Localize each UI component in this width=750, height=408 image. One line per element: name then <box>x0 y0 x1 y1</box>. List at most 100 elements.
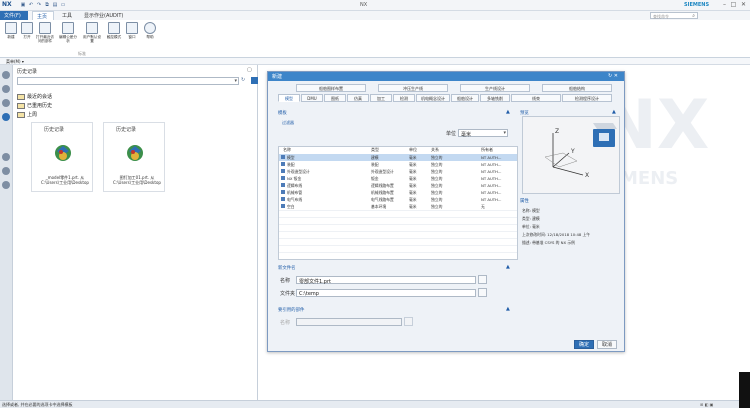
history-card[interactable]: 历史记录 _model零件1.prt. 从 C:\Users\工业用\Deskt… <box>31 122 93 192</box>
tab-file[interactable]: 文件(F) <box>0 11 28 20</box>
tab-tools[interactable]: 工具 <box>58 11 76 20</box>
table-row[interactable]: 电气布线 电气线路布置 毫米 独立的 NT AUTH... <box>279 196 517 203</box>
tab-inspection-program[interactable]: 检测程序设计 <box>562 94 612 102</box>
folder-reused-history[interactable]: 已重用历史 <box>17 102 52 109</box>
tab-inspection[interactable]: 检测 <box>393 94 415 102</box>
tab-home[interactable]: 主页 <box>32 11 54 20</box>
roles-icon[interactable] <box>2 181 10 189</box>
table-row[interactable]: NX 钣金 钣金 毫米 独立的 NT AUTH... <box>279 175 517 182</box>
command-search[interactable]: 查找命令 ⌕ <box>650 12 698 19</box>
history-select[interactable]: ▾ <box>17 77 239 85</box>
refresh-icon[interactable]: ↻ <box>241 77 245 83</box>
window-icon <box>126 22 138 34</box>
status-bar: 选择或者, 并在必要的选项卡中选择模板 ⊞ ◧ ▣ <box>0 400 750 408</box>
col-unit[interactable]: 单位 <box>409 147 417 154</box>
prop-name: 名称: 模型 <box>522 208 540 213</box>
close-button[interactable]: ✕ <box>739 1 748 9</box>
unit-label: 单位 <box>446 131 457 137</box>
tab-ship-structure[interactable]: 船舶结构 <box>542 84 612 92</box>
settings-icon[interactable] <box>2 71 10 79</box>
tolerance-button[interactable]: 编辑公差分析 <box>58 22 78 43</box>
part-nav-icon[interactable] <box>2 99 10 107</box>
web-icon[interactable] <box>2 113 10 121</box>
maximize-button[interactable]: □ <box>729 1 738 9</box>
open-button[interactable]: 打开 <box>20 22 34 39</box>
browse-folder-icon[interactable] <box>404 317 413 326</box>
maximize-icon[interactable]: ▢ <box>247 67 252 73</box>
table-row[interactable]: 逻辑布线 逻辑线路布置 毫米 独立的 NT AUTH... <box>279 182 517 189</box>
unit-select[interactable]: 毫米 ▾ <box>458 129 508 138</box>
tab-simulation[interactable]: 仿真 <box>347 94 369 102</box>
minimize-button[interactable]: – <box>720 1 729 9</box>
collapse-icon[interactable]: ▲ <box>612 109 616 115</box>
new-icon <box>5 22 17 34</box>
desktop-edge <box>739 372 750 408</box>
tab-multiaxis[interactable]: 多轴铣削 <box>480 94 510 102</box>
collapse-icon[interactable]: ▲ <box>506 109 510 115</box>
assembly-icon[interactable] <box>2 85 10 93</box>
ok-button[interactable]: 确定 <box>574 340 594 349</box>
touch-mode-button[interactable]: 触控模式 <box>106 22 122 39</box>
table-row[interactable]: 装配 装配 毫米 独立的 NT AUTH... <box>279 161 517 168</box>
history-icon[interactable] <box>2 153 10 161</box>
col-relation[interactable]: 关系 <box>431 147 439 154</box>
table-cell: NT AUTH... <box>481 162 502 167</box>
window-title: NX <box>360 2 368 8</box>
user-defaults-button[interactable]: 用户默认设置 <box>82 22 102 43</box>
recent-parts-button[interactable]: 打开最近访问的部件 <box>36 22 54 43</box>
tab-harness[interactable]: 线束 <box>511 94 561 102</box>
svg-text:X: X <box>585 172 589 179</box>
table-row[interactable]: 模型 建模 毫米 独立的 NT AUTH... <box>279 154 517 161</box>
tab-ship-design[interactable]: 船舶设计 <box>451 94 479 102</box>
undo-icon[interactable]: ↶ <box>28 2 34 8</box>
file-name-input[interactable]: 零部文件1.prt <box>296 276 476 285</box>
filter-label: 过滤器 <box>282 120 294 125</box>
folder-last-week[interactable]: 上周 <box>17 111 37 118</box>
tab-press-line[interactable]: 冲压生产线 <box>378 84 448 92</box>
table-row[interactable]: 机械布管 机械线路布置 毫米 独立的 NT AUTH... <box>279 189 517 196</box>
template-icon <box>281 197 285 201</box>
folder-input[interactable]: C:\temp <box>296 289 476 297</box>
new-button[interactable]: 新建 <box>4 22 18 39</box>
collapse-icon[interactable]: ▲ <box>506 264 510 270</box>
paste-icon[interactable]: ▤ <box>52 2 58 8</box>
window-button[interactable]: 窗口 <box>124 22 140 39</box>
cancel-button[interactable]: 取消 <box>597 340 617 349</box>
window-icon[interactable]: ▭ <box>60 2 66 8</box>
tab-line-design[interactable]: 生产线设计 <box>460 84 530 92</box>
tab-ship-layout[interactable]: 船舶图样布置 <box>296 84 366 92</box>
browse-folder-icon[interactable] <box>478 275 487 284</box>
recent-icon <box>39 22 51 34</box>
palette-icon[interactable] <box>2 167 10 175</box>
ref-name-input[interactable] <box>296 318 402 326</box>
table-row[interactable]: 外观造型设计 外观造型设计 毫米 独立的 NT AUTH... <box>279 168 517 175</box>
help-button[interactable]: 帮助 <box>142 22 158 39</box>
tab-extra[interactable]: 显示作业(AUDIT) <box>80 11 127 20</box>
tab-drawing[interactable]: 图纸 <box>324 94 346 102</box>
copy-icon[interactable]: ⧉ <box>44 2 50 8</box>
history-card[interactable]: 历史记录 图钉加工01.prt. 从 C:\Users\工业用\Desktop <box>103 122 165 192</box>
empty-row <box>279 252 517 259</box>
dialog-close-icon[interactable]: ↻ ✕ <box>608 73 618 79</box>
search-icon[interactable]: ⌕ <box>692 13 695 19</box>
tab-model[interactable]: 模型 <box>278 94 300 102</box>
redo-icon[interactable]: ↷ <box>36 2 42 8</box>
tab-mechatronics[interactable]: 机电概念设计 <box>416 94 450 102</box>
empty-row <box>279 238 517 245</box>
collapse-icon[interactable]: ▲ <box>506 306 510 312</box>
ribbon-group-label: 标准 <box>78 51 86 56</box>
empty-row <box>279 245 517 252</box>
save-icon[interactable]: ▣ <box>20 2 26 8</box>
folder-recent-session[interactable]: 最近的会话 <box>17 93 52 100</box>
tab-dmu[interactable]: DMU <box>301 94 323 102</box>
status-icons: ⊞ ◧ ▣ <box>700 402 714 407</box>
reference-part-header: 要引用的部件 <box>278 308 305 313</box>
view-mode-icon[interactable] <box>251 77 258 84</box>
col-name[interactable]: 名称 <box>283 147 291 154</box>
col-owner[interactable]: 所有者 <box>481 147 493 154</box>
browse-folder-icon[interactable] <box>478 288 487 297</box>
template-icon <box>281 176 285 180</box>
col-type[interactable]: 类型 <box>371 147 379 154</box>
tab-manufacturing[interactable]: 加工 <box>370 94 392 102</box>
table-row[interactable]: 空白 基本环境 毫米 独立的无 <box>279 203 517 210</box>
